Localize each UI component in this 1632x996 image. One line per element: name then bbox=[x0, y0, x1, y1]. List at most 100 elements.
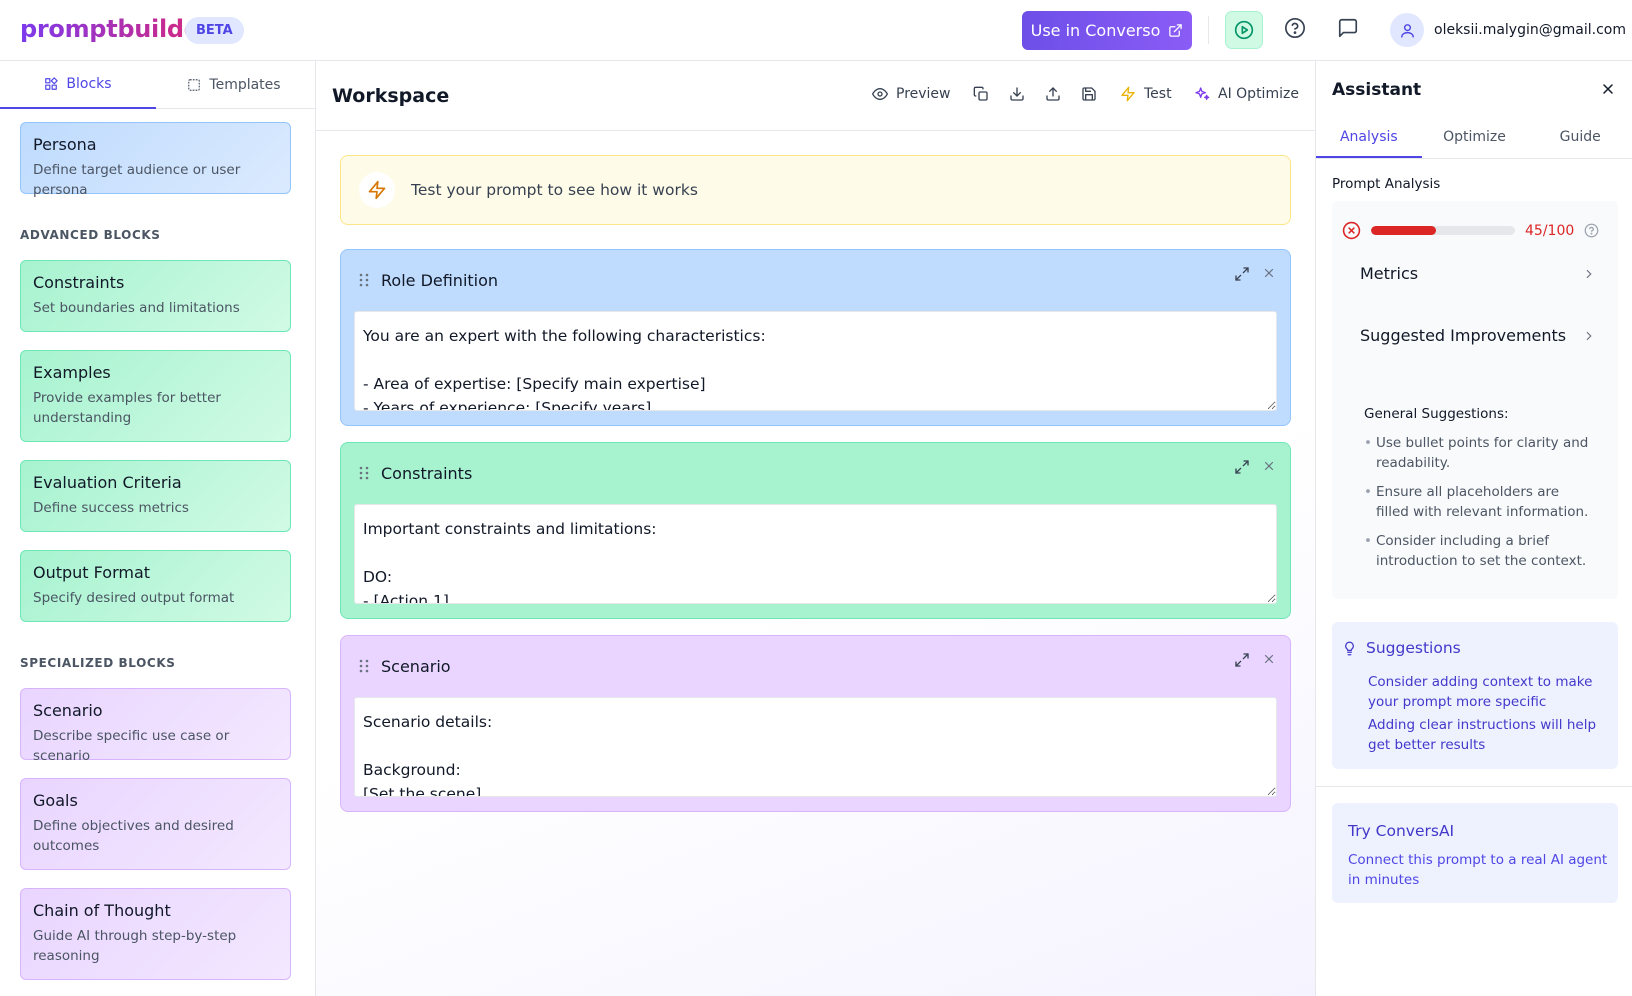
list-item: Consider including a brief introduction … bbox=[1364, 531, 1594, 571]
preview-button[interactable]: Preview bbox=[872, 86, 951, 102]
tab-analysis[interactable]: Analysis bbox=[1316, 118, 1422, 158]
block-card-constraints[interactable]: Constraints Set boundaries and limitatio… bbox=[20, 260, 291, 332]
prompt-block-header: Role Definition bbox=[341, 250, 1290, 310]
block-card-goals[interactable]: Goals Define objectives and desired outc… bbox=[20, 778, 291, 870]
tab-templates[interactable]: Templates bbox=[156, 61, 312, 109]
prompt-block-title: Constraints bbox=[381, 463, 473, 483]
list-item: Ensure all placeholders are filled with … bbox=[1364, 482, 1594, 522]
close-icon[interactable] bbox=[1262, 652, 1276, 666]
chevron-right-icon[interactable] bbox=[1582, 329, 1596, 343]
prompt-block-textarea[interactable] bbox=[354, 697, 1277, 797]
block-card-title: Scenario bbox=[33, 701, 103, 720]
upload-button[interactable] bbox=[1045, 86, 1061, 102]
block-card-desc: Describe specific use case or scenario bbox=[33, 728, 230, 764]
test-label: Test bbox=[1144, 86, 1172, 102]
download-button[interactable] bbox=[1009, 86, 1025, 102]
drag-handle-icon[interactable] bbox=[359, 659, 369, 673]
block-card-persona[interactable]: Persona Define target audience or user p… bbox=[20, 122, 291, 198]
use-in-converso-button[interactable]: Use in Converso bbox=[1022, 11, 1192, 50]
close-icon[interactable] bbox=[1262, 266, 1276, 280]
suggestions-list: Consider adding context to make your pro… bbox=[1368, 672, 1612, 758]
tab-templates-label: Templates bbox=[209, 77, 281, 93]
ai-optimize-button[interactable]: AI Optimize bbox=[1194, 86, 1299, 102]
try-conversai-desc: Connect this prompt to a real AI agent i… bbox=[1348, 852, 1608, 888]
prompt-block-header: Constraints bbox=[341, 443, 1290, 503]
lightbulb-icon bbox=[1342, 641, 1357, 656]
assistant-panel: Assistant Analysis Optimize Guide Prompt… bbox=[1315, 61, 1632, 996]
general-suggestions-list: Use bullet points for clarity and readab… bbox=[1364, 433, 1594, 580]
accordion-label: Suggested Improvements bbox=[1360, 326, 1567, 345]
tab-guide[interactable]: Guide bbox=[1527, 118, 1632, 158]
beta-badge: BETA bbox=[185, 17, 244, 44]
test-banner-icon bbox=[359, 172, 395, 208]
app-logo[interactable]: promptbuilder bbox=[20, 15, 212, 43]
eye-icon bbox=[872, 86, 888, 102]
run-button[interactable] bbox=[1225, 11, 1263, 49]
block-card-chain-of-thought[interactable]: Chain of Thought Guide AI through step-b… bbox=[20, 888, 291, 980]
page-title: Workspace bbox=[332, 85, 450, 107]
save-button[interactable] bbox=[1081, 86, 1097, 102]
user-menu[interactable]: oleksii.malygin@gmail.com bbox=[1390, 13, 1626, 47]
workspace-header: Workspace Preview Test AI Optimize bbox=[316, 61, 1315, 131]
block-card-desc: Set boundaries and limitations bbox=[33, 300, 240, 316]
drag-handle-icon[interactable] bbox=[359, 466, 369, 480]
list-item: Consider adding context to make your pro… bbox=[1368, 674, 1593, 710]
block-card-desc: Provide examples for better understandin… bbox=[33, 390, 221, 426]
block-card-title: Examples bbox=[33, 363, 111, 382]
expand-icon[interactable] bbox=[1234, 652, 1250, 668]
copy-button[interactable] bbox=[973, 86, 989, 102]
block-card-desc: Define success metrics bbox=[33, 500, 189, 516]
close-icon[interactable] bbox=[1262, 459, 1276, 473]
preview-label: Preview bbox=[896, 86, 951, 102]
divider bbox=[1316, 786, 1632, 787]
block-card-desc: Define target audience or user persona bbox=[33, 162, 241, 198]
prompt-block-title: Scenario bbox=[381, 656, 451, 676]
sparkles-icon bbox=[1194, 86, 1210, 102]
close-assistant-button[interactable] bbox=[1600, 81, 1616, 97]
message-square-icon bbox=[1337, 17, 1359, 39]
close-icon bbox=[1600, 81, 1616, 97]
block-card-output-format[interactable]: Output Format Specify desired output for… bbox=[20, 550, 291, 622]
suggestions-header: Suggestions bbox=[1342, 639, 1461, 657]
divider bbox=[1208, 16, 1209, 44]
block-card-examples[interactable]: Examples Provide examples for better und… bbox=[20, 350, 291, 442]
user-email: oleksii.malygin@gmail.com bbox=[1434, 22, 1626, 38]
help-button[interactable] bbox=[1284, 17, 1306, 39]
help-circle-icon[interactable] bbox=[1584, 223, 1599, 238]
suggestions-title: Suggestions bbox=[1366, 639, 1461, 657]
prompt-block-textarea[interactable] bbox=[354, 311, 1277, 411]
drag-handle-icon[interactable] bbox=[359, 273, 369, 287]
tab-blocks[interactable]: Blocks bbox=[0, 61, 156, 109]
suggested-improvements-accordion[interactable]: Suggested Improvements bbox=[1360, 326, 1566, 345]
test-button[interactable]: Test bbox=[1120, 86, 1172, 102]
test-banner-text: Test your prompt to see how it works bbox=[411, 181, 698, 199]
block-card-title: Constraints bbox=[33, 273, 125, 292]
prompt-block-title: Role Definition bbox=[381, 270, 499, 290]
suggestions-panel: Suggestions Consider adding context to m… bbox=[1332, 622, 1618, 769]
expand-icon[interactable] bbox=[1234, 266, 1250, 282]
block-card-desc: Define objectives and desired outcomes bbox=[33, 818, 234, 854]
block-card-title: Evaluation Criteria bbox=[33, 473, 182, 492]
feedback-button[interactable] bbox=[1337, 17, 1359, 39]
assistant-title: Assistant bbox=[1332, 80, 1422, 100]
help-circle-icon bbox=[1284, 17, 1306, 39]
prompt-block-textarea[interactable] bbox=[354, 504, 1277, 604]
top-bar: promptbuilder BETA Use in Converso oleks… bbox=[0, 0, 1632, 61]
list-item: Use bullet points for clarity and readab… bbox=[1364, 433, 1594, 473]
metrics-accordion[interactable]: Metrics bbox=[1360, 264, 1418, 283]
prompt-analysis-label: Prompt Analysis bbox=[1332, 176, 1441, 192]
tab-blocks-label: Blocks bbox=[66, 76, 112, 92]
download-icon bbox=[1009, 86, 1025, 102]
assistant-tabs: Analysis Optimize Guide bbox=[1316, 118, 1632, 159]
block-card-evaluation-criteria[interactable]: Evaluation Criteria Define success metri… bbox=[20, 460, 291, 532]
try-conversai-card[interactable]: Try ConversAI Connect this prompt to a r… bbox=[1332, 803, 1618, 903]
blocks-icon bbox=[44, 77, 59, 91]
block-card-scenario[interactable]: Scenario Describe specific use case or s… bbox=[20, 688, 291, 764]
prompt-block-role-definition: Role Definition bbox=[340, 249, 1291, 426]
chevron-right-icon[interactable] bbox=[1582, 267, 1596, 281]
expand-icon[interactable] bbox=[1234, 459, 1250, 475]
tab-optimize[interactable]: Optimize bbox=[1422, 118, 1528, 158]
general-suggestions-title: General Suggestions: bbox=[1364, 406, 1509, 422]
try-conversai-title: Try ConversAI bbox=[1348, 822, 1455, 840]
prompt-block-scenario: Scenario bbox=[340, 635, 1291, 812]
